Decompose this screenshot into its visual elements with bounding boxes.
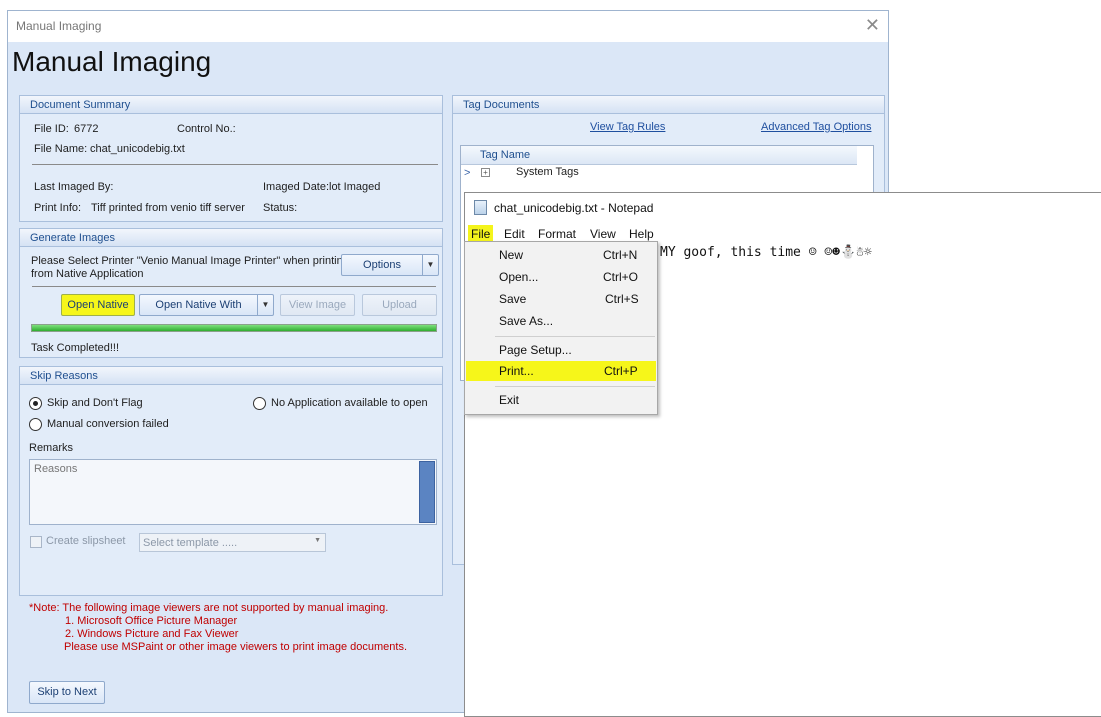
conversion-failed-radio[interactable]	[29, 418, 42, 431]
generate-images-header: Generate Images	[20, 229, 442, 247]
menu-item-print[interactable]: Print... Ctrl+P	[466, 361, 656, 381]
menu-separator	[495, 386, 655, 387]
menu-item-new[interactable]: New Ctrl+N	[466, 245, 656, 265]
print-info-label: Print Info:	[34, 202, 82, 214]
view-image-button[interactable]: View Image	[280, 294, 355, 316]
tag-name-column: Tag Name	[480, 149, 531, 161]
menu-item-open-shortcut: Ctrl+O	[603, 270, 639, 284]
options-button[interactable]: Options ▼	[341, 254, 439, 276]
note-line3: 2. Windows Picture and Fax Viewer	[65, 628, 239, 640]
scrollbar[interactable]	[419, 461, 435, 523]
chevron-down-icon[interactable]: ▼	[257, 295, 273, 315]
template-placeholder: Select template .....	[143, 537, 238, 549]
title-bar: Manual Imaging ✕	[8, 11, 888, 42]
notepad-text-area[interactable]: MY goof, this time ☺ ☺☻⛄☃☼	[660, 245, 872, 260]
menu-item-exit[interactable]: Exit	[466, 390, 656, 410]
tag-row-system-tags[interactable]: System Tags	[516, 166, 579, 178]
last-imaged-by-label: Last Imaged By:	[34, 181, 114, 193]
menu-item-new-shortcut: Ctrl+N	[603, 248, 638, 262]
generate-images-panel: Generate Images Please Select Printer "V…	[19, 228, 443, 358]
document-summary-panel: Document Summary File ID: 6772 Control N…	[19, 95, 443, 222]
open-native-with-button[interactable]: Open Native With ▼	[139, 294, 274, 316]
menu-item-open-label: Open...	[499, 270, 539, 284]
tag-documents-header: Tag Documents	[453, 96, 884, 114]
create-slipsheet-checkbox[interactable]	[30, 536, 42, 548]
skip-no-flag-radio[interactable]	[29, 397, 42, 410]
create-slipsheet-label[interactable]: Create slipsheet	[46, 535, 126, 547]
progress-bar	[31, 324, 437, 332]
remarks-label: Remarks	[29, 442, 74, 454]
printer-instruction-line1: Please Select Printer "Venio Manual Imag…	[31, 255, 349, 267]
open-native-with-label: Open Native With	[155, 299, 242, 311]
menu-item-page-setup-label: Page Setup...	[499, 343, 572, 357]
note-line4: Please use MSPaint or other image viewer…	[64, 641, 407, 653]
skip-to-next-button[interactable]: Skip to Next	[29, 681, 105, 704]
menu-item-save-as-label: Save As...	[499, 314, 554, 328]
file-menu-dropdown: New Ctrl+N Open... Ctrl+O Save Ctrl+S Sa…	[464, 241, 658, 415]
menu-item-save-shortcut: Ctrl+S	[605, 292, 639, 306]
notepad-menubar: File Edit Format View Help	[465, 223, 1101, 243]
menu-item-exit-label: Exit	[499, 393, 520, 407]
divider	[32, 164, 438, 165]
window-title: Manual Imaging	[16, 19, 102, 33]
notepad-title: chat_unicodebig.txt - Notepad	[494, 201, 654, 215]
no-application-label[interactable]: No Application available to open	[271, 397, 428, 409]
view-tag-rules-link[interactable]: View Tag Rules	[590, 121, 665, 133]
skip-reasons-header: Skip Reasons	[20, 367, 442, 385]
template-select[interactable]: Select template ..... ▼	[139, 533, 326, 552]
reasons-placeholder: Reasons	[34, 463, 78, 475]
menu-item-print-label: Print...	[499, 364, 534, 378]
imaged-date-value: lot Imaged	[329, 181, 381, 193]
options-button-label: Options	[363, 259, 401, 271]
file-id-label: File ID:	[34, 123, 69, 135]
row-selector-icon: >	[464, 167, 471, 179]
file-name-value: chat_unicodebig.txt	[90, 143, 185, 155]
reasons-textarea[interactable]: Reasons	[29, 459, 437, 525]
status-label: Status:	[263, 202, 298, 214]
chevron-down-icon[interactable]: ▼	[422, 255, 438, 275]
menu-item-save-as[interactable]: Save As...	[466, 311, 656, 331]
open-native-button[interactable]: Open Native	[61, 294, 135, 316]
task-status-text: Task Completed!!!	[31, 342, 120, 354]
notepad-icon	[474, 200, 487, 215]
menu-item-save[interactable]: Save Ctrl+S	[466, 289, 656, 309]
printer-instruction-line2: from Native Application	[31, 268, 144, 280]
control-no-label: Control No.:	[177, 123, 236, 135]
note-line1: *Note: The following image viewers are n…	[29, 602, 389, 614]
file-id-value: 6772	[74, 123, 99, 135]
tag-grid-header: Tag Name	[461, 146, 857, 165]
close-icon[interactable]: ✕	[865, 15, 880, 36]
print-info-value: Tiff printed from venio tiff server	[91, 202, 245, 214]
menu-item-new-label: New	[499, 248, 524, 262]
expand-icon[interactable]: +	[481, 168, 490, 177]
menu-separator	[495, 336, 655, 337]
menu-item-page-setup[interactable]: Page Setup...	[466, 340, 656, 360]
advanced-tag-options-link[interactable]: Advanced Tag Options	[761, 121, 871, 133]
document-summary-header: Document Summary	[20, 96, 442, 114]
note-line2: 1. Microsoft Office Picture Manager	[65, 615, 238, 627]
page-title: Manual Imaging	[12, 46, 212, 77]
progress-fill	[32, 325, 436, 331]
menu-item-save-label: Save	[499, 292, 527, 306]
menu-item-open[interactable]: Open... Ctrl+O	[466, 267, 656, 287]
upload-button[interactable]: Upload	[362, 294, 437, 316]
divider	[32, 286, 436, 287]
imaged-date-label: Imaged Date:	[263, 181, 330, 193]
file-name-label: File Name:	[34, 143, 88, 155]
skip-no-flag-label[interactable]: Skip and Don't Flag	[47, 397, 143, 409]
menu-item-print-shortcut: Ctrl+P	[604, 364, 638, 378]
chevron-down-icon[interactable]: ▼	[314, 537, 321, 544]
skip-reasons-panel: Skip Reasons Skip and Don't Flag No Appl…	[19, 366, 443, 596]
conversion-failed-label[interactable]: Manual conversion failed	[47, 418, 169, 430]
no-application-radio[interactable]	[253, 397, 266, 410]
